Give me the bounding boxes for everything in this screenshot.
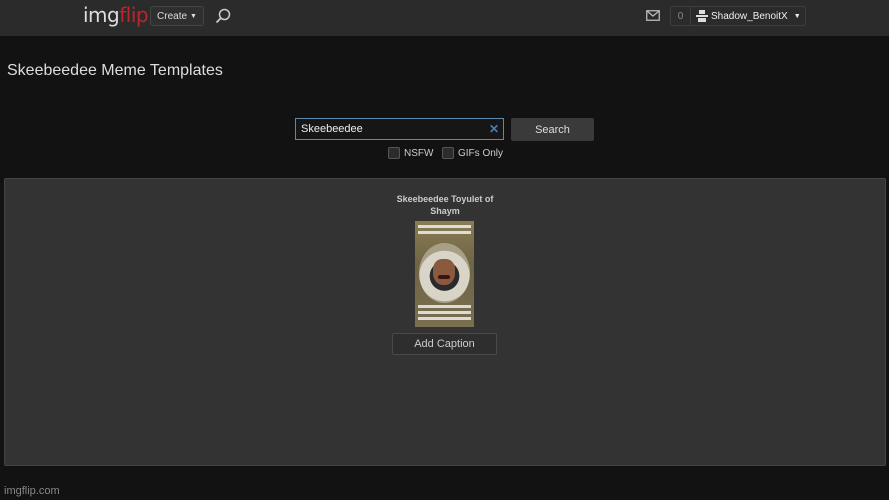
nsfw-label: NSFW bbox=[404, 147, 434, 159]
face-image bbox=[433, 259, 455, 285]
nsfw-checkbox[interactable] bbox=[388, 147, 400, 159]
nsfw-filter[interactable]: NSFW bbox=[388, 147, 433, 159]
imgflip-logo[interactable]: imgflip bbox=[83, 3, 149, 27]
template-thumbnail[interactable] bbox=[415, 221, 474, 327]
caption-top-line bbox=[418, 225, 471, 228]
caption-bottom-line bbox=[418, 305, 471, 308]
footer-text: imgflip.com bbox=[4, 485, 60, 497]
add-caption-button[interactable]: Add Caption bbox=[392, 333, 497, 355]
search-button[interactable]: Search bbox=[511, 118, 594, 141]
page-title: Skeebeedee Meme Templates bbox=[7, 62, 223, 79]
search-input[interactable] bbox=[296, 123, 485, 135]
gifs-only-label: GIFs Only bbox=[458, 147, 504, 159]
clear-icon[interactable]: ✕ bbox=[485, 122, 503, 136]
notification-count[interactable]: 0 bbox=[671, 7, 691, 25]
caption-bottom-line bbox=[418, 317, 471, 320]
caret-down-icon: ▼ bbox=[793, 12, 801, 20]
mail-icon[interactable] bbox=[646, 10, 660, 21]
template-title[interactable]: Skeebeedee Toyulet of Shaym bbox=[390, 193, 500, 217]
gifs-only-checkbox[interactable] bbox=[442, 147, 454, 159]
caption-top-line bbox=[418, 231, 471, 234]
create-menu-button[interactable]: Create ▼ bbox=[150, 6, 204, 26]
user-menu[interactable]: 0 Shadow_BenoitX ▼ bbox=[670, 6, 806, 26]
top-nav: imgflip Create ▼ 0 Shadow_BenoitX ▼ bbox=[0, 0, 889, 36]
gifs-only-filter[interactable]: GIFs Only bbox=[442, 147, 503, 159]
username: Shadow_BenoitX bbox=[711, 10, 788, 22]
caption-bottom-line bbox=[418, 311, 471, 314]
search-icon[interactable] bbox=[214, 7, 232, 25]
caret-down-icon: ▼ bbox=[190, 12, 197, 20]
search-field[interactable]: ✕ bbox=[295, 118, 504, 140]
user-icon bbox=[696, 10, 708, 22]
